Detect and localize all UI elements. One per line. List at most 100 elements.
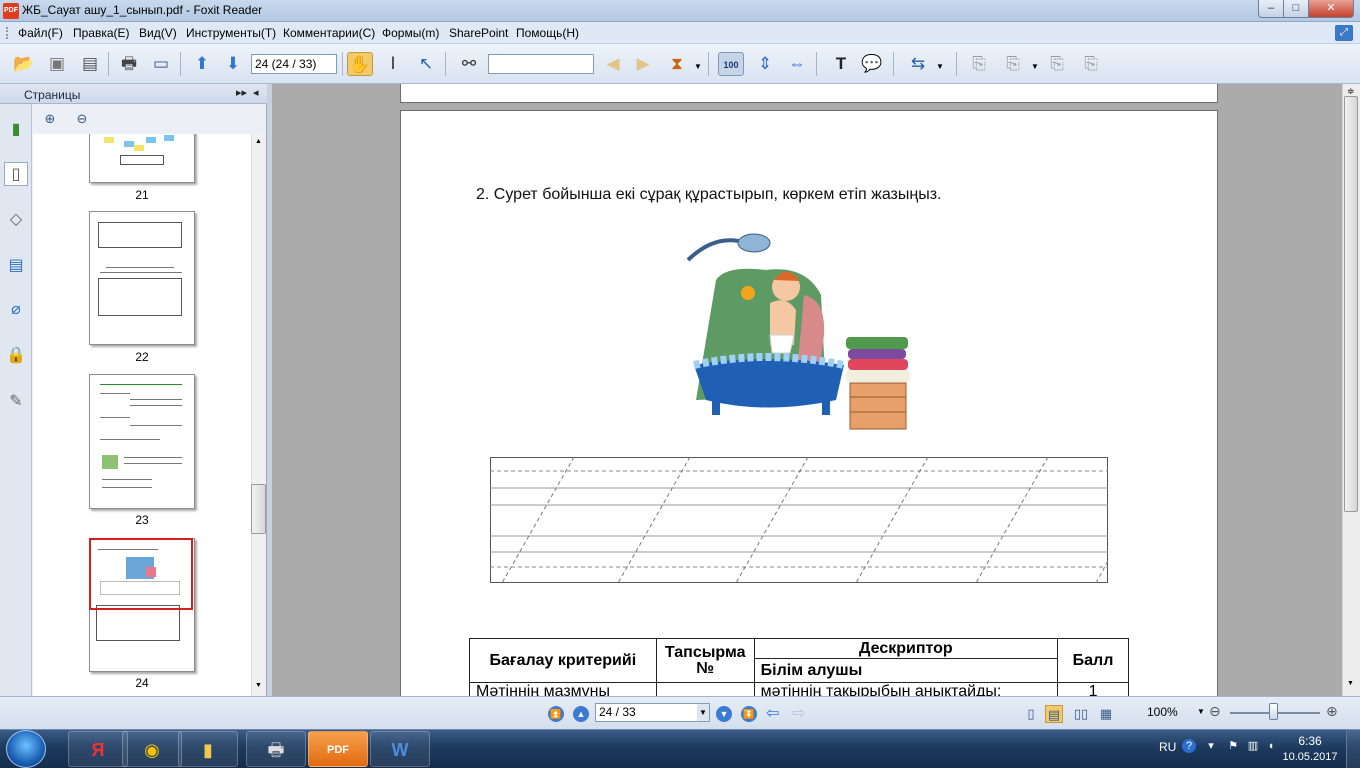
reduce-thumbnail-icon[interactable]: ⊖ [73, 110, 91, 128]
minimize-button[interactable]: – [1258, 0, 1284, 18]
lock-icon[interactable]: 🔒 [4, 344, 28, 368]
page-selector[interactable]: 24 / 33 [595, 703, 710, 722]
word-icon[interactable]: W [370, 731, 430, 767]
continuous-view-icon[interactable]: ▤ [1045, 705, 1063, 723]
search-prev-icon[interactable]: ◀ [600, 52, 626, 76]
page-number-field[interactable]: 24 (24 / 33) [251, 54, 337, 74]
comments-icon[interactable]: ▤ [4, 254, 28, 278]
note-icon[interactable]: 💬 [859, 52, 885, 76]
menu-tools[interactable]: Инструменты(T) [186, 26, 276, 40]
search-input[interactable] [488, 54, 594, 74]
foxit-reader-icon[interactable]: PDF [308, 731, 368, 767]
title-bar: PDF ЖБ_Сауат ашу_1_сынып.pdf - Foxit Rea… [0, 0, 1360, 22]
facing-view-icon[interactable]: ▯▯ [1072, 705, 1090, 723]
menu-file[interactable]: Файл(F) [18, 26, 63, 40]
save-all-icon[interactable]: ▤ [77, 52, 103, 76]
pdf-export-icon[interactable]: ⎘ [1044, 52, 1070, 76]
start-button[interactable] [6, 730, 46, 768]
pdf-create-icon[interactable]: ⎘ [966, 52, 992, 76]
zoom-dropdown-icon[interactable]: ▼ [1197, 707, 1205, 716]
dropdown-arrow-icon[interactable]: ▼ [1031, 62, 1039, 71]
next-page-icon[interactable]: ⬇ [220, 52, 246, 76]
page-thumbnail[interactable] [89, 211, 195, 345]
layers-icon[interactable]: ◇ [4, 208, 28, 232]
menu-view[interactable]: Вид(V) [139, 26, 177, 40]
printer-app-icon[interactable]: 🖶 [246, 731, 306, 767]
chevron-down-icon[interactable]: ▼ [697, 704, 709, 721]
resize-icon[interactable]: ⤢ [1335, 25, 1353, 41]
continuous-facing-view-icon[interactable]: ▦ [1097, 705, 1115, 723]
dropdown-arrow-icon[interactable]: ▼ [936, 62, 944, 71]
scroll-up-arrow-icon[interactable]: ▲ [255, 138, 262, 145]
share-icon[interactable]: ⇆ [905, 52, 931, 76]
zoom-out-icon[interactable]: ⊖ [1209, 703, 1221, 720]
help-icon[interactable]: ? [1182, 739, 1196, 753]
task-text: 2. Сурет бойынша екі сұрақ құрастырып, к… [476, 186, 942, 203]
back-arrow-icon[interactable]: ⇦ [766, 703, 779, 723]
previous-page-icon[interactable]: ⬆ [189, 52, 215, 76]
menu-edit[interactable]: Правка(E) [73, 26, 130, 40]
previous-page-icon[interactable]: ▲ [573, 706, 589, 722]
actual-size-icon[interactable]: 100 [718, 52, 744, 76]
save-icon[interactable]: ▣ [44, 52, 70, 76]
fit-width-icon[interactable]: ⇔ [784, 52, 810, 76]
scroll-down-arrow-icon[interactable]: ▼ [1347, 680, 1354, 687]
hand-tool-icon[interactable]: ✋ [347, 52, 373, 76]
clock-date[interactable]: 10.05.2017 [1270, 751, 1350, 763]
maximize-button[interactable]: □ [1283, 0, 1309, 18]
page-thumbnail[interactable] [89, 134, 195, 183]
select-text-icon[interactable]: Ⅰ [380, 52, 406, 76]
next-page-icon[interactable]: ▼ [716, 706, 732, 722]
enlarge-thumbnail-icon[interactable]: ⊕ [41, 110, 59, 128]
bookmarks-icon[interactable]: ▮ [4, 118, 28, 142]
clock-time[interactable]: 6:36 [1280, 734, 1340, 748]
typewriter-icon[interactable]: T [828, 52, 854, 76]
tray-expand-icon[interactable]: ▾ [1204, 739, 1218, 753]
signature-icon[interactable]: ✎ [4, 390, 28, 414]
single-page-view-icon[interactable]: ▯ [1022, 705, 1040, 723]
language-indicator[interactable]: RU [1159, 740, 1176, 754]
thumbnail-label: 21 [135, 188, 149, 202]
menu-help[interactable]: Помощь(H) [516, 26, 579, 40]
explorer-folder-icon[interactable]: ▮ [178, 731, 238, 767]
dropdown-arrow-icon[interactable]: ▼ [694, 62, 702, 71]
print-icon[interactable]: 🖶 [116, 52, 142, 76]
network-icon[interactable]: ▥ [1246, 739, 1260, 753]
email-icon[interactable]: ▭ [148, 52, 174, 76]
visible-area-frame[interactable] [89, 538, 193, 610]
fit-page-icon[interactable]: ⇕ [752, 52, 778, 76]
select-pointer-icon[interactable]: ↖ [413, 52, 439, 76]
thumbnail-image [124, 141, 134, 147]
close-button[interactable]: ✕ [1308, 0, 1354, 18]
zoom-slider-knob[interactable] [1269, 703, 1278, 720]
forward-arrow-icon[interactable]: ⇨ [792, 703, 805, 723]
menu-comments[interactable]: Комментарии(C) [283, 26, 375, 40]
page-thumbnail[interactable] [89, 374, 195, 509]
thumbnail-scroll-thumb[interactable] [251, 484, 266, 534]
binoculars-icon[interactable]: ⚯ [456, 52, 482, 76]
panel-collapse-icon[interactable]: ◂ [253, 86, 259, 99]
pdf-convert-icon[interactable]: ⎘ [1000, 52, 1026, 76]
zoom-in-icon[interactable]: ⊕ [1326, 703, 1338, 720]
document-scroll-thumb[interactable] [1344, 96, 1358, 512]
pages-icon[interactable]: ▯ [4, 162, 28, 186]
chrome-icon[interactable]: ◉ [122, 731, 182, 767]
open-folder-icon[interactable]: 📂 [11, 52, 37, 76]
first-page-icon[interactable]: ⏫ [548, 706, 564, 722]
menu-sharepoint[interactable]: SharePoint [449, 26, 508, 40]
menu-forms[interactable]: Формы(m) [382, 26, 439, 40]
thumbnail-scrollbar[interactable]: ▲ ▼ [251, 134, 266, 696]
toolbar-separator [956, 52, 957, 76]
zoom-page-icon[interactable]: ⧗ [664, 52, 690, 76]
search-next-icon[interactable]: ▶ [630, 52, 656, 76]
flag-icon[interactable]: ⚑ [1226, 739, 1240, 753]
yandex-browser-icon[interactable]: Я [68, 731, 128, 767]
last-page-icon[interactable]: ⏬ [741, 706, 757, 722]
attachments-icon[interactable]: ⌀ [4, 298, 28, 322]
zoom-level[interactable]: 100% [1147, 705, 1178, 719]
scroll-down-arrow-icon[interactable]: ▼ [255, 682, 262, 689]
panel-expand-icon[interactable]: ▸▸ [236, 86, 247, 99]
pdf-merge-icon[interactable]: ⎘ [1078, 52, 1104, 76]
toolbar-separator [108, 52, 109, 76]
show-desktop-button[interactable] [1346, 729, 1360, 768]
